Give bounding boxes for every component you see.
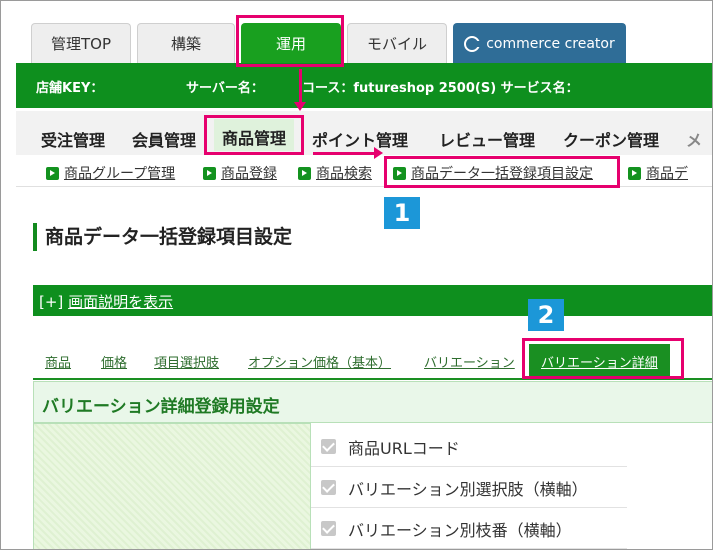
tab-label: 管理TOP: [50, 35, 111, 53]
tab-label: モバイル: [366, 35, 427, 53]
menu-order-management[interactable]: 受注管理: [41, 127, 105, 151]
checkbox-checked-icon[interactable]: [321, 439, 336, 454]
menu-review-management[interactable]: レビュー管理: [439, 127, 535, 151]
menu-point-management[interactable]: ポイント管理: [312, 127, 408, 151]
highlight-product-management: [204, 115, 304, 155]
show-description-link[interactable]: [+] 画面説明を表示: [39, 291, 173, 312]
arrow-right-icon: [628, 166, 641, 180]
checkbox-row[interactable]: バリエーション別選択肢（横軸）: [311, 468, 627, 508]
submenu-product-data-truncated[interactable]: 商品デ: [628, 163, 688, 183]
tab-label: 構築: [170, 35, 201, 53]
checkbox-row[interactable]: バリエーション別枝番（横軸）: [311, 509, 627, 549]
submenu-label: 商品デ: [646, 166, 688, 182]
checkbox-checked-icon[interactable]: [321, 480, 336, 495]
course-service-label: コース：futureshop 2500(S) サービス名：: [302, 81, 579, 96]
arrow-right-icon: [313, 147, 383, 159]
screenshot-frame: 管理TOP 構築 運用 モバイル commerce creator 店舗KEY：…: [0, 0, 713, 550]
highlight-variation-detail-tab: [522, 338, 684, 379]
section-tab-option-price-basic[interactable]: オプション価格（基本）: [248, 352, 391, 371]
menu-coupon-management[interactable]: クーポン管理: [563, 127, 659, 151]
section-tab-variation[interactable]: バリエーション: [424, 352, 515, 371]
submenu-product-register[interactable]: 商品登録: [203, 163, 277, 183]
menu-mail-truncated[interactable]: メ: [686, 127, 702, 151]
submenu-label: 商品グループ管理: [64, 166, 176, 182]
arrow-down-icon: [294, 69, 306, 111]
settings-checkbox-list: 商品URLコード バリエーション別選択肢（横軸） バリエーション別枝番（横軸）: [311, 423, 712, 549]
tab-commerce-creator[interactable]: commerce creator: [453, 23, 626, 63]
arrow-right-icon: [298, 166, 311, 180]
main-menu: 受注管理 会員管理 商品管理 ポイント管理 レビュー管理 クーポン管理 メ: [16, 111, 712, 155]
submenu-product-group[interactable]: 商品グループ管理: [46, 163, 175, 183]
show-description-label: 画面説明を表示: [68, 293, 174, 311]
submenu-label: 商品検索: [316, 166, 372, 182]
description-bar: [+] 画面説明を表示: [33, 285, 712, 316]
arrow-right-icon: [203, 166, 216, 180]
tab-mobile[interactable]: モバイル: [347, 23, 447, 63]
submenu-label: 商品登録: [221, 166, 277, 182]
section-tab-price[interactable]: 価格: [101, 352, 127, 371]
checkbox-row[interactable]: 商品URLコード: [311, 427, 627, 467]
tab-label: commerce creator: [486, 35, 615, 52]
server-name-label: サーバー名：: [186, 81, 264, 96]
highlight-bulk-register-settings: [384, 156, 620, 188]
step-badge-2: 2: [528, 299, 564, 331]
checkbox-checked-icon[interactable]: [321, 521, 336, 536]
arrow-right-icon: [46, 166, 59, 180]
checkbox-label: 商品URLコード: [348, 438, 460, 458]
page-title: 商品データ一括登録項目設定: [33, 223, 292, 251]
store-key-label: 店舗KEY：: [36, 81, 104, 96]
checkbox-label: バリエーション別枝番（横軸）: [348, 520, 572, 540]
tab-build[interactable]: 構築: [137, 23, 235, 63]
section-tab-product[interactable]: 商品: [45, 352, 71, 371]
section-tab-item-options[interactable]: 項目選択肢: [154, 352, 219, 371]
commerce-creator-logo-icon: [464, 35, 482, 52]
expand-icon: [+]: [39, 293, 64, 311]
step-badge-1: 1: [384, 197, 420, 229]
submenu-product-search[interactable]: 商品検索: [298, 163, 372, 183]
settings-left-pane: [33, 423, 311, 549]
store-info-bar: 店舗KEY： サーバー名： コース：futureshop 2500(S) サービ…: [16, 63, 712, 108]
checkbox-label: バリエーション別選択肢（横軸）: [348, 479, 588, 499]
menu-member-management[interactable]: 会員管理: [132, 127, 196, 151]
tab-admin-top[interactable]: 管理TOP: [31, 23, 131, 63]
panel-title: バリエーション詳細登録用設定: [33, 381, 712, 423]
highlight-operation-tab: [236, 15, 344, 67]
